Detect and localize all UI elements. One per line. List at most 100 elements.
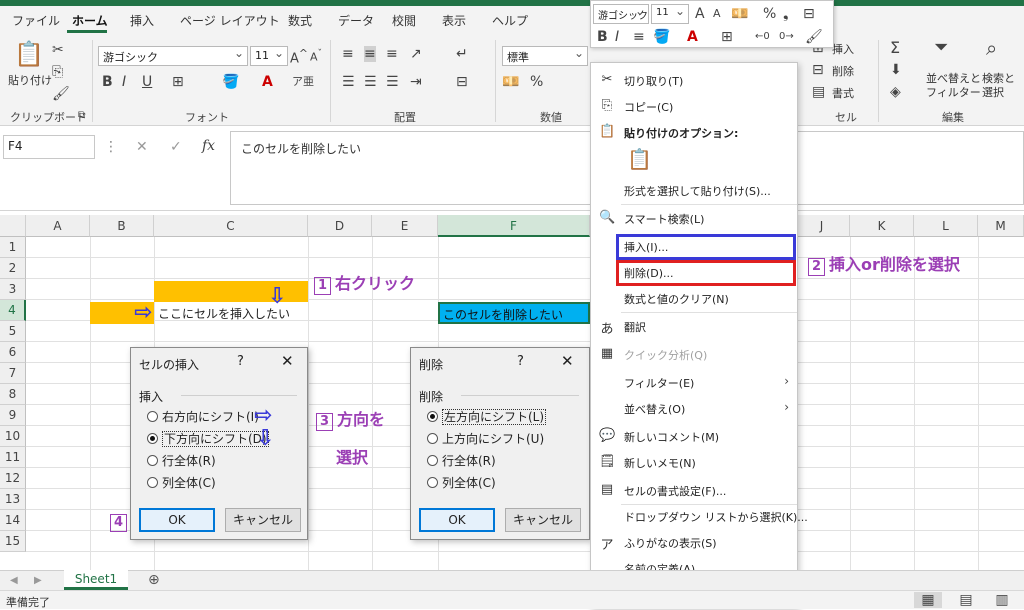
delete-cells-icon[interactable]: ⊟: [812, 62, 824, 78]
scroll-left-icon[interactable]: ◀: [10, 573, 18, 589]
radio-button[interactable]: [427, 477, 438, 488]
page-layout-view-icon[interactable]: ▤: [956, 592, 976, 608]
italic-icon[interactable]: I: [615, 29, 619, 45]
phonetic-icon[interactable]: ア亜: [292, 74, 314, 90]
radio-button[interactable]: [147, 433, 158, 444]
currency-icon[interactable]: 💴: [502, 74, 519, 90]
col-header[interactable]: D: [308, 215, 372, 237]
menu-item-filter[interactable]: フィルター(E) ›: [591, 369, 797, 395]
row-header[interactable]: 13: [0, 489, 26, 510]
cancel-button[interactable]: キャンセル: [225, 508, 301, 532]
font-color-icon[interactable]: A: [687, 29, 698, 45]
fill-icon[interactable]: ⬇: [890, 62, 902, 78]
underline-icon[interactable]: U: [142, 74, 152, 90]
tab-review[interactable]: 校閲: [392, 12, 416, 29]
dialog-launcher-icon[interactable]: ⧉: [78, 108, 85, 124]
menu-item-cut[interactable]: ✂ 切り取り(T): [591, 67, 797, 93]
radio-button[interactable]: [427, 455, 438, 466]
menu-item-new-comment[interactable]: 💬 新しいコメント(M): [591, 423, 797, 449]
menu-item-smart-lookup[interactable]: 🔍 スマート検索(L): [591, 205, 797, 231]
font-name-select[interactable]: 游ゴシック: [98, 46, 248, 66]
row-header[interactable]: 7: [0, 363, 26, 384]
decrease-decimal-icon[interactable]: 0→: [779, 29, 794, 45]
format-cells-label[interactable]: 書式: [832, 85, 854, 101]
border-icon[interactable]: ⊞: [172, 74, 184, 90]
format-cells-icon[interactable]: ▤: [812, 84, 825, 100]
col-header[interactable]: F: [438, 215, 590, 237]
row-header[interactable]: 3: [0, 279, 26, 300]
italic-icon[interactable]: I: [122, 74, 126, 90]
merge-center-icon[interactable]: ⊟: [456, 74, 468, 90]
cell-f4[interactable]: このセルを削除したい: [438, 302, 590, 324]
menu-item-new-note[interactable]: 🗒 新しいメモ(N): [591, 449, 797, 475]
row-header[interactable]: 11: [0, 447, 26, 468]
sort-filter-label[interactable]: 並べ替えと フィルター: [926, 72, 981, 100]
find-select-label[interactable]: 検索と 選択: [982, 72, 1015, 100]
align-middle-icon[interactable]: ≡: [364, 46, 376, 62]
col-header[interactable]: E: [372, 215, 438, 237]
grow-font-icon[interactable]: A: [695, 6, 705, 22]
align-left-icon[interactable]: ☰: [342, 74, 355, 90]
col-header[interactable]: M: [978, 215, 1024, 237]
merge-icon[interactable]: ⊟: [803, 6, 815, 22]
cut-icon[interactable]: ✂: [52, 42, 64, 58]
scroll-right-icon[interactable]: ▶: [34, 573, 42, 589]
align-center-icon[interactable]: ☰: [364, 74, 377, 90]
fx-icon[interactable]: fx: [202, 138, 215, 154]
row-header[interactable]: 12: [0, 468, 26, 489]
menu-item-translate[interactable]: あ翻訳: [591, 313, 797, 339]
ok-button[interactable]: OK: [139, 508, 215, 532]
sheet-tab[interactable]: Sheet1: [64, 570, 128, 590]
find-select-icon[interactable]: ⌕: [986, 38, 997, 58]
paste-label[interactable]: 貼り付け: [8, 72, 52, 88]
page-break-view-icon[interactable]: ▥: [992, 592, 1012, 608]
tab-help[interactable]: ヘルプ: [492, 12, 528, 29]
row-header[interactable]: 15: [0, 531, 26, 552]
col-header[interactable]: B: [90, 215, 154, 237]
row-header[interactable]: 10: [0, 426, 26, 447]
name-box[interactable]: F4: [3, 135, 95, 159]
row-header[interactable]: 4: [0, 300, 26, 321]
menu-item-paste-clipboard[interactable]: 📋: [591, 145, 797, 177]
menu-item-clear-contents[interactable]: 数式と値のクリア(N): [591, 285, 797, 311]
grow-font-icon[interactable]: A^: [290, 46, 308, 67]
help-icon[interactable]: ?: [237, 354, 244, 369]
align-top-icon[interactable]: ≡: [342, 46, 354, 62]
radio-shift-right[interactable]: 右方向にシフト(I): [147, 408, 259, 425]
col-header[interactable]: K: [850, 215, 914, 237]
radio-button[interactable]: [147, 477, 158, 488]
clear-icon[interactable]: ◈: [890, 84, 901, 100]
row-header[interactable]: 5: [0, 321, 26, 342]
help-icon[interactable]: ?: [517, 354, 524, 369]
delete-cells-label[interactable]: 削除: [832, 63, 854, 79]
mini-font-size-select[interactable]: 11: [651, 4, 689, 24]
radio-entire-row[interactable]: 行全体(R): [147, 452, 216, 469]
bold-icon[interactable]: B: [102, 74, 113, 90]
percent-icon[interactable]: %: [763, 6, 776, 22]
mini-font-name-select[interactable]: 游ゴシック: [593, 4, 649, 24]
radio-shift-down[interactable]: 下方向にシフト(D): [147, 430, 269, 447]
menu-item-quick-analysis[interactable]: ▦ クイック分析(Q): [591, 341, 797, 367]
number-format-select[interactable]: 標準: [502, 46, 588, 66]
menu-item-show-phonetic[interactable]: アふりがなの表示(S): [591, 529, 797, 555]
radio-button[interactable]: [147, 455, 158, 466]
tab-page-layout[interactable]: ページ レイアウト: [180, 12, 280, 29]
border-icon[interactable]: ⊞: [721, 29, 733, 45]
tab-insert[interactable]: 挿入: [130, 12, 154, 29]
paste-icon[interactable]: 📋: [14, 40, 44, 68]
menu-item-copy[interactable]: ⎘ コピー(C): [591, 93, 797, 119]
col-header[interactable]: J: [794, 215, 850, 237]
radio-button[interactable]: [427, 411, 438, 422]
tab-file[interactable]: ファイル: [12, 12, 60, 29]
fill-color-icon[interactable]: 🪣: [653, 29, 670, 45]
close-icon[interactable]: ✕: [561, 352, 574, 370]
ok-button[interactable]: OK: [419, 508, 495, 532]
tab-view[interactable]: 表示: [442, 12, 466, 29]
more-icon[interactable]: ⋮: [104, 139, 118, 155]
font-color-icon[interactable]: A: [262, 74, 273, 90]
shrink-font-icon[interactable]: A: [713, 6, 721, 22]
col-header[interactable]: C: [154, 215, 308, 237]
format-painter-icon[interactable]: 🖌: [805, 29, 823, 45]
shrink-font-icon[interactable]: Aˇ: [310, 46, 322, 66]
radio-entire-column[interactable]: 列全体(C): [427, 474, 496, 491]
